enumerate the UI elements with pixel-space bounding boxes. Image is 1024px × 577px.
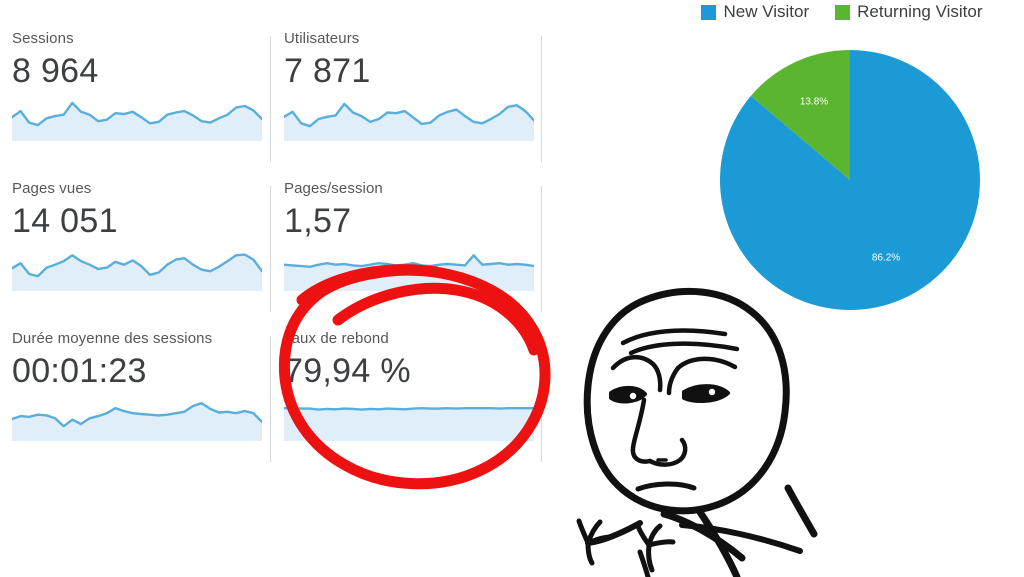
analytics-overview-screenshot: Sessions 8 964 Utilisateurs 7 871 Pages … (0, 0, 1024, 577)
metric-label: Utilisateurs (284, 30, 360, 47)
metric-label: Pages/session (284, 180, 383, 197)
metric-card-pages-session[interactable]: Pages/session 1,57 (284, 180, 534, 305)
sparkline-chart (284, 254, 534, 291)
pie-slice-label: 13.8% (800, 97, 828, 108)
column-divider (270, 186, 271, 312)
sparkline-chart (12, 402, 262, 441)
legend-item-returning-visitor[interactable]: Returning Visitor (835, 2, 983, 22)
visitor-type-pie-chart: New Visitor Returning Visitor 86.2% 13.8% (660, 0, 1024, 360)
metric-card-pages-vues[interactable]: Pages vues 14 051 (12, 180, 262, 305)
metric-card-utilisateurs[interactable]: Utilisateurs 7 871 (284, 30, 534, 155)
metric-value: 8 964 (12, 52, 99, 90)
metric-label: Pages vues (12, 180, 92, 197)
metric-label: Sessions (12, 30, 74, 47)
metric-label: Taux de rebond (284, 330, 389, 347)
legend-swatch-icon (835, 4, 851, 20)
metric-card-taux-de-rebond[interactable]: Taux de rebond 79,94 % (284, 330, 534, 455)
column-divider (270, 36, 271, 162)
metric-value: 14 051 (12, 202, 118, 240)
legend-item-new-visitor[interactable]: New Visitor (701, 2, 809, 22)
metric-value: 79,94 % (284, 352, 411, 390)
pie-slices-group: 86.2% 13.8% (719, 50, 980, 310)
metric-value: 00:01:23 (12, 352, 147, 390)
metric-card-sessions[interactable]: Sessions 8 964 (12, 30, 262, 155)
sparkline-chart (284, 102, 534, 141)
metric-card-grid: Sessions 8 964 Utilisateurs 7 871 Pages … (0, 12, 560, 472)
metric-card-duree-moyenne[interactable]: Durée moyenne des sessions 00:01:23 (12, 330, 262, 455)
legend-label: Returning Visitor (857, 2, 983, 21)
sparkline-chart (12, 101, 262, 141)
pie-legend: New Visitor Returning Visitor (660, 2, 1024, 22)
pie-slice-label: 86.2% (872, 253, 900, 264)
metric-label: Durée moyenne des sessions (12, 330, 213, 347)
legend-label: New Visitor (723, 2, 810, 21)
sparkline-chart (284, 407, 534, 441)
metric-value: 1,57 (284, 202, 352, 240)
column-divider (270, 336, 271, 462)
metric-value: 7 871 (284, 52, 371, 90)
sparkline-chart (12, 253, 262, 291)
legend-swatch-icon (701, 4, 717, 20)
column-divider (541, 336, 542, 462)
column-divider (541, 186, 542, 312)
column-divider (541, 36, 542, 162)
